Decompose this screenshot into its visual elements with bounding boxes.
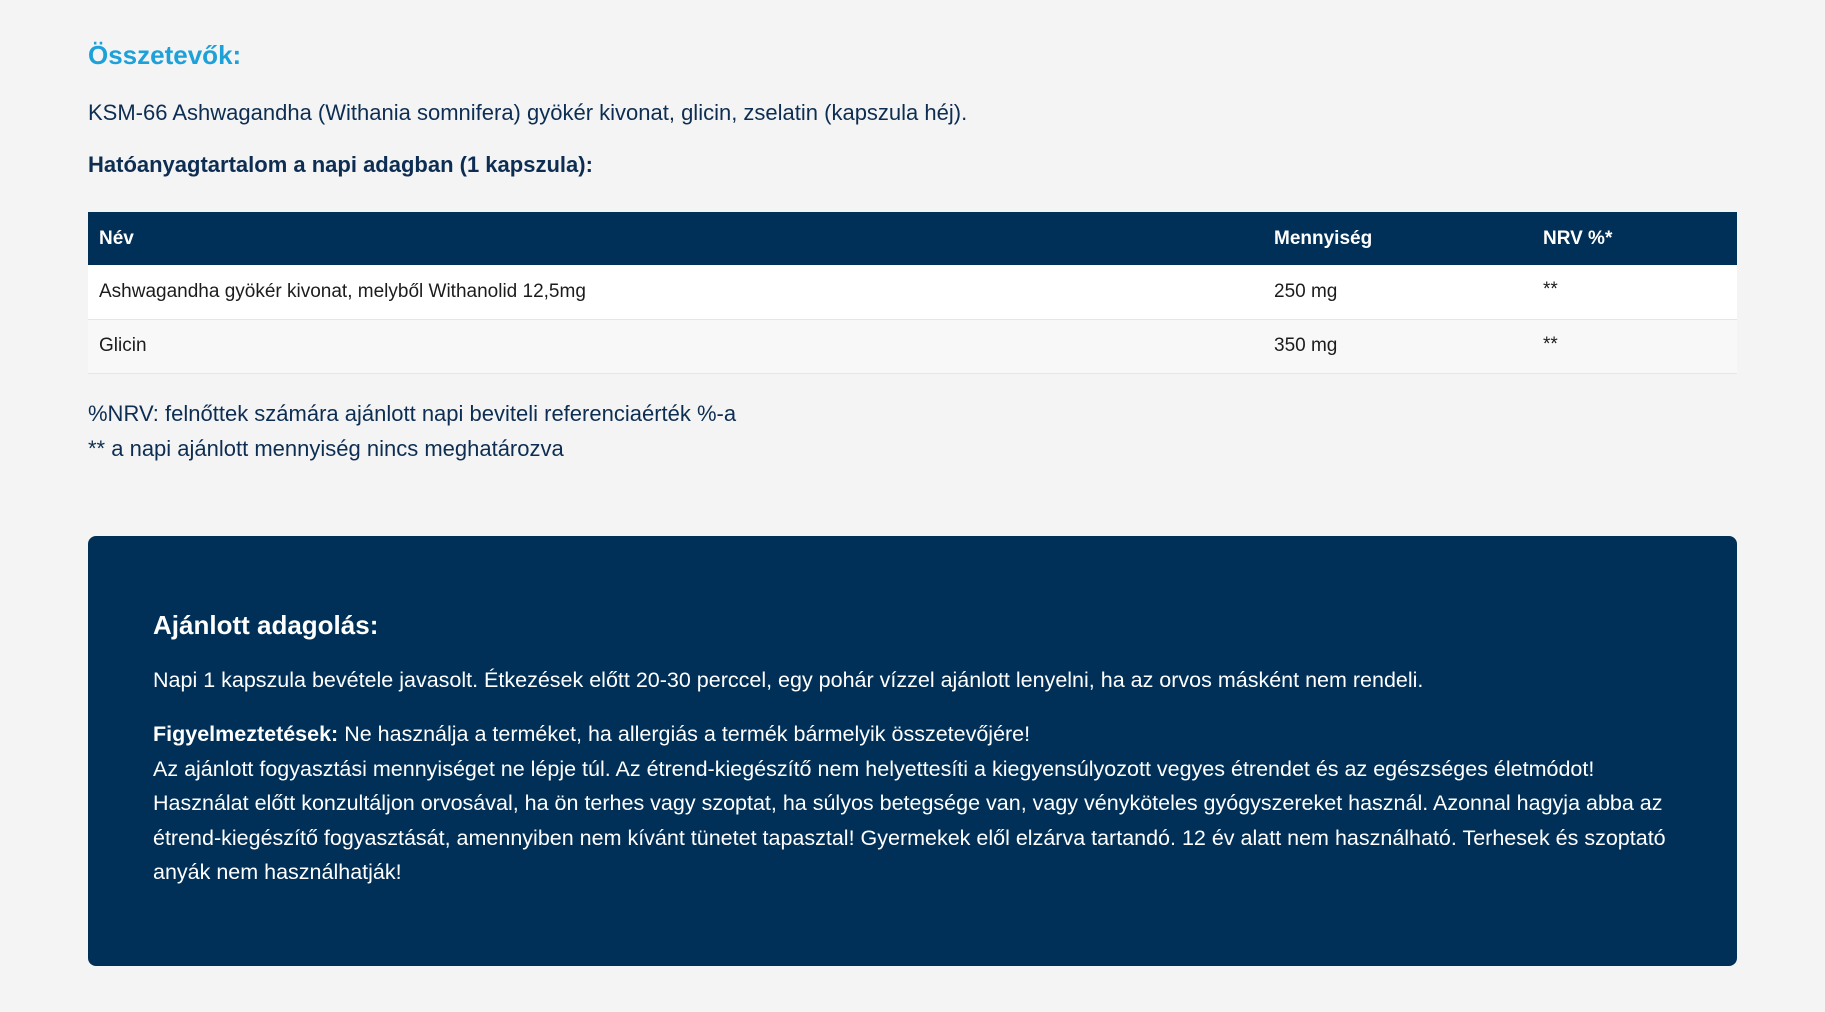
row-quantity: 350 mg bbox=[1263, 319, 1532, 374]
dosage-text: Napi 1 kapszula bevétele javasolt. Étkez… bbox=[153, 668, 1424, 692]
product-info-page: Összetevők: KSM-66 Ashwagandha (Withania… bbox=[0, 0, 1825, 1012]
table-footnotes: %NRV: felnőttek számára ajánlott napi be… bbox=[88, 396, 736, 466]
warning-line-second: Az ajánlott fogyasztási mennyiséget ne l… bbox=[153, 756, 1595, 781]
row-quantity: 250 mg bbox=[1263, 265, 1532, 320]
footnote-nrv: %NRV: felnőttek számára ajánlott napi be… bbox=[88, 401, 737, 426]
active-content-title: Hatóanyagtartalom a napi adagban (1 kaps… bbox=[88, 152, 593, 177]
table-row: Ashwagandha gyökér kivonat, melyből With… bbox=[88, 265, 1737, 320]
header-name: Név bbox=[99, 227, 134, 249]
header-nrv: NRV %* bbox=[1543, 227, 1613, 249]
warnings-label: Figyelmeztetések: bbox=[153, 722, 339, 746]
warning-line-first: Figyelmeztetések: Ne használja a terméke… bbox=[153, 717, 1672, 752]
table-header-row: Név Mennyiség NRV %* bbox=[88, 212, 1737, 265]
footnote-undefined: ** a napi ajánlott mennyiség nincs megha… bbox=[88, 436, 564, 461]
warning-first-text: Ne használja a terméket, ha allergiás a … bbox=[338, 722, 1031, 746]
ingredients-title: Összetevők: bbox=[88, 40, 242, 70]
table-row: Glicin 350 mg ** bbox=[88, 319, 1737, 374]
header-quantity: Mennyiség bbox=[1274, 227, 1373, 249]
dosage-title: Ajánlott adagolás: bbox=[153, 610, 379, 640]
ingredients-text: KSM-66 Ashwagandha (Withania somnifera) … bbox=[88, 100, 968, 125]
active-ingredients-table: Név Mennyiség NRV %* Ashwagandha gyökér … bbox=[88, 212, 1737, 374]
row-name: Ashwagandha gyökér kivonat, melyből With… bbox=[88, 265, 1263, 320]
row-nrv: ** bbox=[1532, 319, 1737, 374]
row-nrv: ** bbox=[1532, 265, 1737, 320]
warnings-block: Figyelmeztetések: Ne használja a terméke… bbox=[153, 717, 1672, 890]
row-name: Glicin bbox=[88, 319, 1263, 374]
warning-line-third: Használat előtt konzultáljon orvosával, … bbox=[153, 791, 1666, 884]
dosage-panel: Ajánlott adagolás: Napi 1 kapszula bevét… bbox=[88, 536, 1737, 966]
